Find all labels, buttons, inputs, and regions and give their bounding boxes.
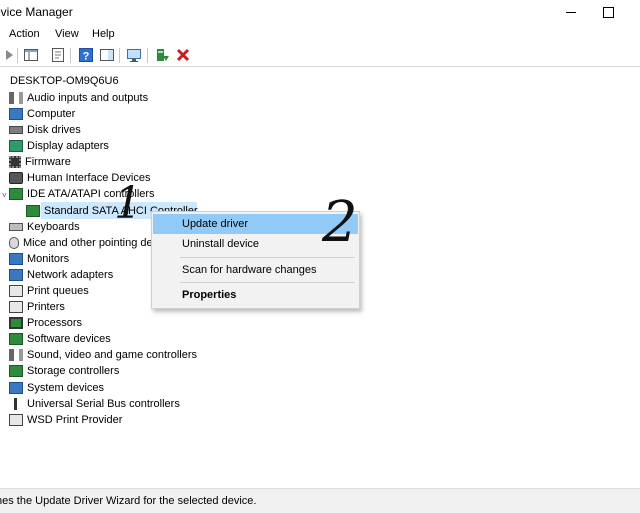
tree-node-display-adapters[interactable]: Display adapters xyxy=(9,138,109,154)
tree-node-label: Print queues xyxy=(27,285,89,297)
maximize-icon xyxy=(602,6,614,18)
tree-node-usb[interactable]: Universal Serial Bus controllers xyxy=(9,396,180,412)
processor-icon xyxy=(9,317,23,329)
tree-node-label: Firmware xyxy=(25,156,71,168)
computer-icon xyxy=(9,108,23,120)
title-bar: evice Manager xyxy=(0,0,640,24)
hid-icon xyxy=(9,172,23,184)
tree-node-printers[interactable]: Printers xyxy=(9,299,65,315)
forward-icon[interactable] xyxy=(2,47,18,63)
controller-icon xyxy=(26,205,40,217)
update-driver-icon[interactable] xyxy=(154,47,170,63)
context-menu-separator xyxy=(180,257,355,258)
menu-view[interactable]: View xyxy=(55,28,79,40)
status-bar: hes the Update Driver Wizard for the sel… xyxy=(0,488,640,513)
tree-node-software-devices[interactable]: Software devices xyxy=(9,331,111,347)
toolbar-separator xyxy=(70,48,71,63)
scan-hardware-icon[interactable] xyxy=(126,47,142,63)
tree-node-label: Computer xyxy=(27,108,76,120)
software-device-icon xyxy=(9,333,23,345)
tree-node-label: Disk drives xyxy=(27,124,81,136)
context-menu-label: Uninstall device xyxy=(182,238,260,250)
minimize-icon xyxy=(566,11,576,13)
tree-root-label: DESKTOP-OM9Q6U6 xyxy=(10,75,119,87)
tree-node-firmware[interactable]: Firmware xyxy=(9,154,71,170)
toolbar-separator xyxy=(147,48,148,63)
tree-node-system-devices[interactable]: System devices xyxy=(9,380,104,396)
tree-node-monitors[interactable]: Monitors xyxy=(9,251,69,267)
disk-drive-icon xyxy=(9,126,23,134)
tree-node-computer[interactable]: Computer xyxy=(9,106,75,122)
sound-icon xyxy=(9,349,23,361)
firmware-icon xyxy=(9,156,21,168)
tree-node-print-queues[interactable]: Print queues xyxy=(9,283,89,299)
tree-node-label: System devices xyxy=(27,382,105,394)
properties-icon[interactable] xyxy=(50,47,66,63)
collapse-icon[interactable]: ˅ xyxy=(2,191,7,200)
toolbar-separator xyxy=(119,48,120,63)
menu-action[interactable]: Action xyxy=(9,28,40,40)
context-menu-label: Update driver xyxy=(182,218,249,230)
speaker-icon xyxy=(9,92,23,104)
tree-node-label: Universal Serial Bus controllers xyxy=(27,398,180,410)
context-menu-separator xyxy=(180,282,355,283)
tree-node-label: Printers xyxy=(27,301,65,313)
tree-node-label: Sound, video and game controllers xyxy=(27,349,197,361)
ide-controller-icon xyxy=(9,188,23,200)
annotation-step-1: 1 xyxy=(114,178,142,229)
tree-node-label: Network adapters xyxy=(27,269,114,281)
menu-help[interactable]: Help xyxy=(92,28,115,40)
action-pane-icon[interactable] xyxy=(99,47,115,63)
window-title: evice Manager xyxy=(0,5,73,19)
toolbar: ? xyxy=(0,44,640,67)
menu-bar: Action View Help xyxy=(0,26,640,44)
tree-node-storage-controllers[interactable]: Storage controllers xyxy=(9,363,119,379)
toolbar-separator xyxy=(17,48,18,63)
tree-node-network-adapters[interactable]: Network adapters xyxy=(9,267,113,283)
tree-node-label: WSD Print Provider xyxy=(27,414,123,426)
network-adapter-icon xyxy=(9,269,23,281)
uninstall-device-icon[interactable] xyxy=(175,47,191,63)
tree-node-sound[interactable]: Sound, video and game controllers xyxy=(9,347,197,363)
storage-controller-icon xyxy=(9,365,23,377)
help-icon[interactable]: ? xyxy=(78,47,94,63)
context-menu-label: Properties xyxy=(182,289,237,301)
tree-node-wsd-print[interactable]: WSD Print Provider xyxy=(9,412,122,428)
tree-node-label: Processors xyxy=(27,317,83,329)
keyboard-icon xyxy=(9,223,23,231)
tree-node-label: Keyboards xyxy=(27,221,80,233)
tree-node-processors[interactable]: Processors xyxy=(9,315,82,331)
tree-node-label: Software devices xyxy=(27,333,111,345)
svg-text:?: ? xyxy=(83,51,90,63)
maximize-button[interactable] xyxy=(585,0,631,24)
printer-icon xyxy=(9,301,23,313)
display-adapter-icon xyxy=(9,140,23,152)
mouse-icon xyxy=(9,237,19,249)
tree-node-audio[interactable]: Audio inputs and outputs xyxy=(9,90,148,106)
context-menu-properties[interactable]: Properties xyxy=(153,285,358,305)
status-text: hes the Update Driver Wizard for the sel… xyxy=(0,495,257,507)
tree-node-disk-drives[interactable]: Disk drives xyxy=(9,122,81,138)
print-queue-icon xyxy=(9,285,23,297)
usb-icon xyxy=(9,398,23,410)
tree-node-label: Monitors xyxy=(27,253,70,265)
context-menu-scan-hardware[interactable]: Scan for hardware changes xyxy=(153,260,358,280)
wsd-print-icon xyxy=(9,414,23,426)
monitor-icon xyxy=(9,253,23,265)
system-device-icon xyxy=(9,382,23,394)
tree-node-label: Display adapters xyxy=(27,140,109,152)
show-hide-console-tree-icon[interactable] xyxy=(23,47,39,63)
tree-node-label: Storage controllers xyxy=(27,365,120,377)
tree-node-label: Audio inputs and outputs xyxy=(27,92,149,104)
annotation-step-2: 2 xyxy=(322,190,358,255)
context-menu-label: Scan for hardware changes xyxy=(182,264,317,276)
tree-root[interactable]: DESKTOP-OM9Q6U6 xyxy=(0,73,119,89)
tree-node-keyboards[interactable]: Keyboards xyxy=(9,219,80,235)
